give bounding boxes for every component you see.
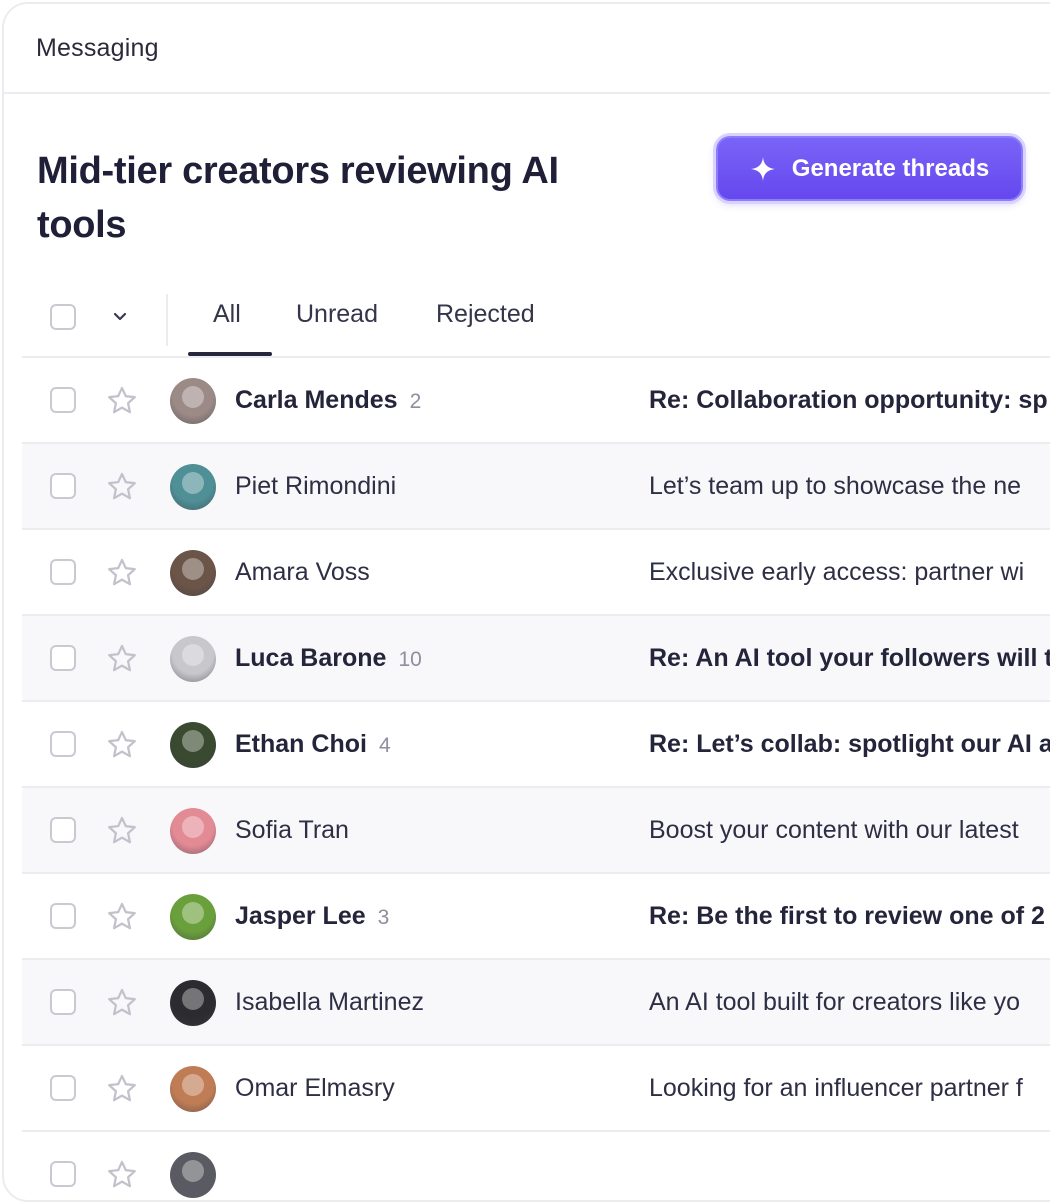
avatar	[170, 464, 216, 510]
thread-row[interactable]: Piet Rimondini Let’s team up to showcase …	[22, 444, 1050, 530]
select-all-checkbox[interactable]	[50, 304, 76, 330]
thread-row[interactable]: Ethan Choi 4 Re: Let’s collab: spotlight o…	[22, 702, 1050, 788]
sender-name-text: Carla Mendes	[235, 386, 398, 414]
thread-subject: Looking for an influencer partner f	[649, 1074, 1023, 1102]
avatar	[170, 808, 216, 854]
sender-name: Omar Elmasry	[235, 1074, 407, 1103]
row-checkbox[interactable]	[50, 559, 76, 585]
avatar	[170, 1152, 216, 1198]
star-icon[interactable]	[105, 814, 139, 848]
thread-subject: Re: Collaboration opportunity: sp	[649, 386, 1048, 414]
thread-subject: Boost your content with our latest	[649, 816, 1019, 844]
row-checkbox[interactable]	[50, 473, 76, 499]
star-icon[interactable]	[105, 470, 139, 504]
sender-name-text: Omar Elmasry	[235, 1074, 395, 1102]
thread-row[interactable]: Jasper Lee 3 Re: Be the first to review on…	[22, 874, 1050, 960]
sender-name-text: Luca Barone	[235, 644, 387, 672]
thread-count: 10	[398, 648, 422, 671]
star-icon[interactable]	[105, 986, 139, 1020]
tab-all[interactable]: All	[213, 300, 241, 329]
row-checkbox[interactable]	[50, 903, 76, 929]
sender-name-text: Sofia Tran	[235, 816, 349, 844]
thread-count: 3	[377, 906, 390, 929]
tab-rejected[interactable]: Rejected	[436, 300, 535, 329]
active-tab-indicator	[188, 352, 272, 356]
generate-threads-label: Generate threads	[791, 154, 990, 182]
avatar	[170, 980, 216, 1026]
thread-count: 4	[378, 734, 391, 757]
star-icon[interactable]	[105, 728, 139, 762]
row-checkbox[interactable]	[50, 1161, 76, 1187]
thread-row[interactable]: Luca Barone 10 Re: An AI tool your followe…	[22, 616, 1050, 702]
thread-row[interactable]: Sofia Tran Boost your content with our la…	[22, 788, 1050, 874]
page-title: Mid-tier creators reviewing AI tools	[37, 150, 559, 246]
avatar	[170, 550, 216, 596]
row-checkbox[interactable]	[50, 817, 76, 843]
sender-name: Carla Mendes 2	[235, 386, 421, 415]
star-icon[interactable]	[105, 642, 139, 676]
messaging-panel: Messaging Mid-tier creators reviewing AI…	[2, 2, 1050, 1202]
thread-subject: Re: Be the first to review one of 2	[649, 902, 1045, 930]
thread-subject: Re: An AI tool your followers will t	[649, 644, 1050, 672]
thread-row[interactable]: Omar Elmasry Looking for an influencer pa…	[22, 1046, 1050, 1132]
app-title: Messaging	[36, 33, 159, 62]
sender-name-text: Isabella Martinez	[235, 988, 424, 1016]
top-bar: Messaging	[4, 4, 1050, 94]
thread-row[interactable]	[22, 1132, 1050, 1200]
thread-subject: Exclusive early access: partner wi	[649, 558, 1025, 586]
row-checkbox[interactable]	[50, 645, 76, 671]
star-icon[interactable]	[105, 900, 139, 934]
sparkle-icon	[750, 156, 775, 181]
sender-name: Isabella Martinez	[235, 988, 436, 1017]
sender-name: Sofia Tran	[235, 816, 361, 845]
thread-row[interactable]: Amara Voss Exclusive early access: partne…	[22, 530, 1050, 616]
row-checkbox[interactable]	[50, 989, 76, 1015]
star-icon[interactable]	[105, 384, 139, 418]
thread-subject: Re: Let’s collab: spotlight our AI a	[649, 730, 1050, 758]
tab-unread[interactable]: Unread	[296, 300, 378, 329]
row-checkbox[interactable]	[50, 1075, 76, 1101]
sender-name-text: Jasper Lee	[235, 902, 366, 930]
sender-name: Luca Barone 10	[235, 644, 422, 673]
sender-name: Jasper Lee 3	[235, 902, 389, 931]
avatar	[170, 894, 216, 940]
sender-name: Ethan Choi 4	[235, 730, 391, 759]
thread-count: 2	[409, 390, 422, 413]
thread-subject: Let’s team up to showcase the ne	[649, 472, 1021, 500]
avatar	[170, 1066, 216, 1112]
chevron-down-icon[interactable]	[110, 306, 130, 326]
avatar	[170, 722, 216, 768]
avatar	[170, 378, 216, 424]
avatar	[170, 636, 216, 682]
sender-name-text: Amara Voss	[235, 558, 370, 586]
thread-row[interactable]: Isabella Martinez An AI tool built for cr…	[22, 960, 1050, 1046]
star-icon[interactable]	[105, 1158, 139, 1192]
sender-name: Piet Rimondini	[235, 472, 408, 501]
row-checkbox[interactable]	[50, 731, 76, 757]
thread-list: Carla Mendes 2 Re: Collaboration opportuni…	[22, 358, 1050, 1200]
sender-name: Amara Voss	[235, 558, 382, 587]
thread-row[interactable]: Carla Mendes 2 Re: Collaboration opportuni…	[22, 358, 1050, 444]
row-checkbox[interactable]	[50, 387, 76, 413]
star-icon[interactable]	[105, 556, 139, 590]
generate-threads-button[interactable]: Generate threads	[716, 136, 1023, 201]
sender-name-text: Ethan Choi	[235, 730, 367, 758]
thread-subject: An AI tool built for creators like yo	[649, 988, 1021, 1016]
sender-name-text: Piet Rimondini	[235, 472, 397, 500]
list-toolbar: All Unread Rejected	[22, 276, 1050, 358]
star-icon[interactable]	[105, 1072, 139, 1106]
toolbar-divider	[166, 294, 168, 346]
